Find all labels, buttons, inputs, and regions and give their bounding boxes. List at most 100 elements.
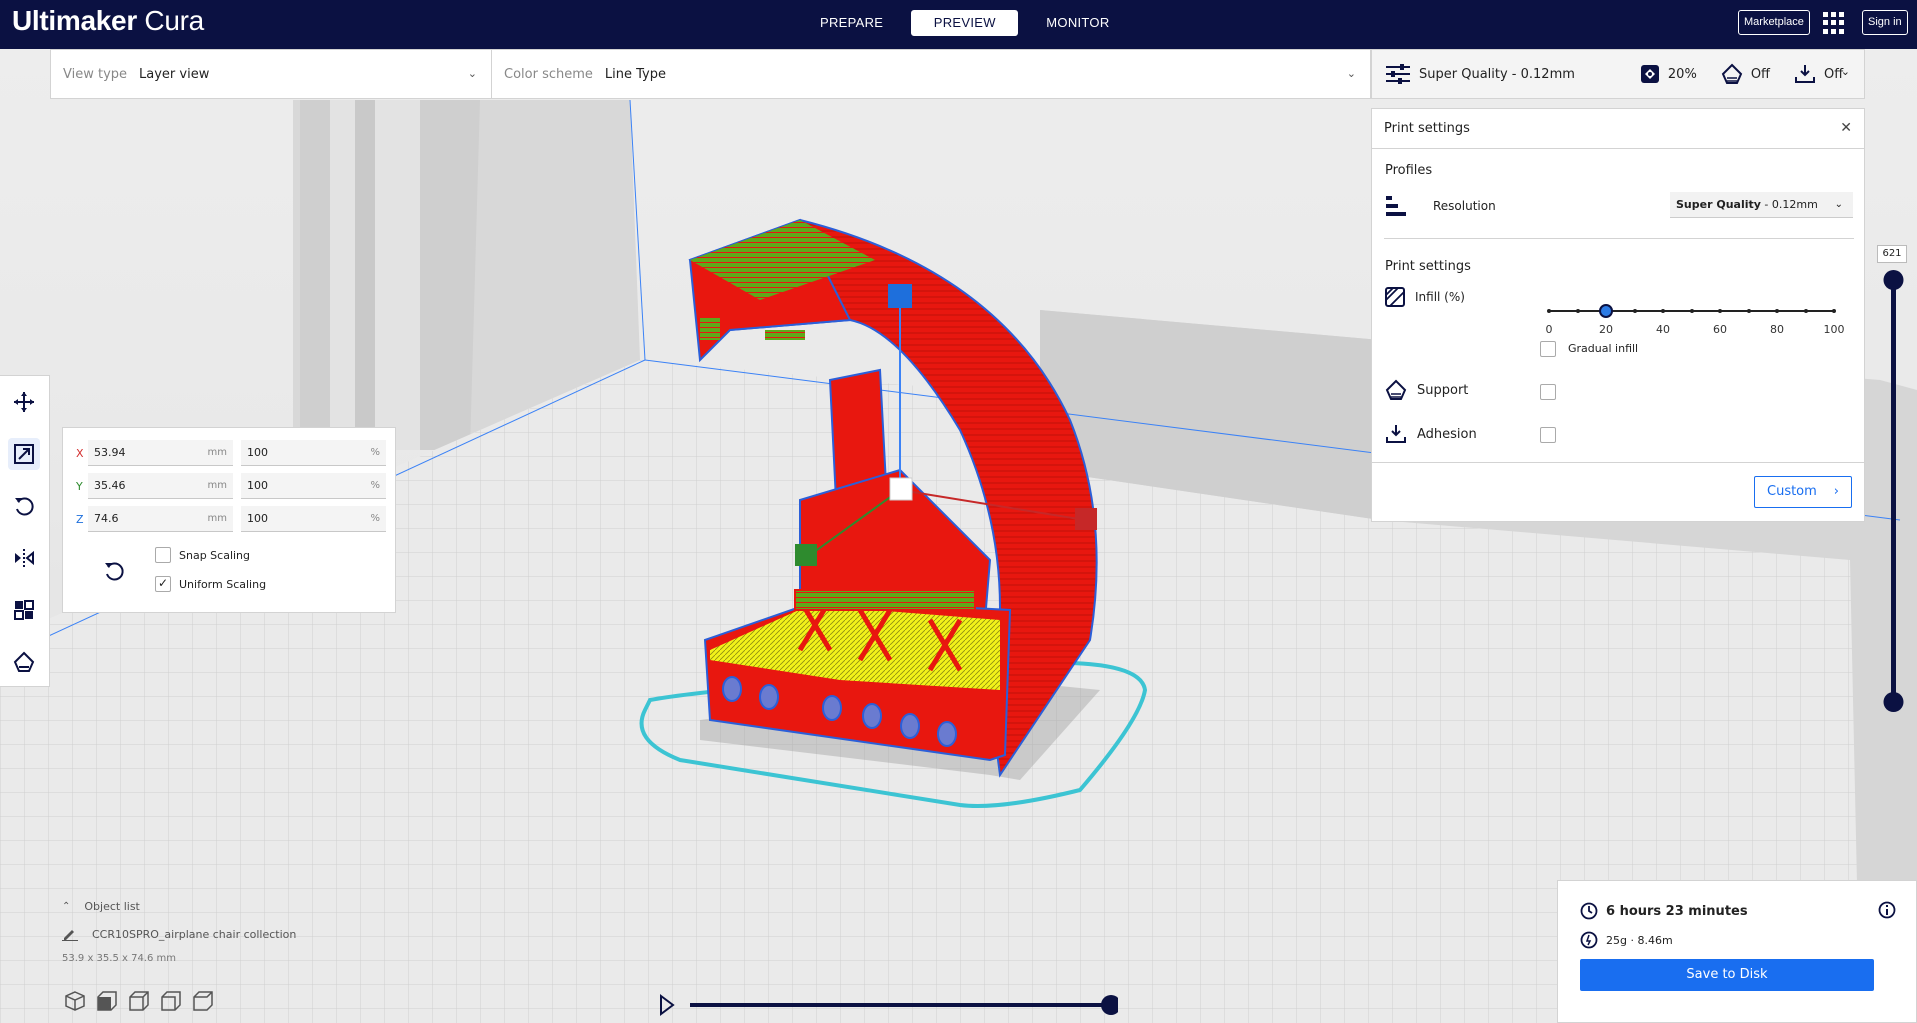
view-type-dropdown[interactable]: View type Layer view ⌄ [51, 50, 492, 98]
path-slider-track [660, 994, 1121, 1016]
profile-summary: Super Quality - 0.12mm [1385, 63, 1575, 85]
clock-icon [1580, 902, 1598, 920]
x-size-field[interactable]: 53.94 mm [88, 440, 233, 466]
applications-grid-icon[interactable] [1823, 12, 1845, 34]
resolution-label: Resolution [1433, 199, 1496, 213]
view-3d-button[interactable] [65, 991, 85, 1011]
adhesion-checkbox[interactable] [1540, 427, 1556, 443]
layer-slider[interactable]: 621 [1873, 245, 1913, 715]
slider-tick [1803, 309, 1808, 313]
mirror-tool-button[interactable] [8, 542, 40, 574]
move-tool-button[interactable] [8, 386, 40, 418]
infill-slider-handle[interactable] [1599, 304, 1613, 318]
view-type-value: Layer view [139, 66, 210, 82]
info-icon [1878, 901, 1896, 919]
tool-bar [0, 375, 50, 687]
custom-settings-button[interactable]: Custom › [1754, 476, 1852, 508]
stage-tabs: PREPARE PREVIEW MONITOR [800, 10, 1138, 36]
tab-monitor[interactable]: MONITOR [1026, 10, 1129, 36]
z-axis-label: Z [76, 513, 84, 526]
close-icon[interactable]: ✕ [1840, 120, 1852, 136]
print-setup-selector[interactable]: Super Quality - 0.12mm 20% Off Off ⌄ [1371, 49, 1865, 99]
support-summary-value: Off [1750, 66, 1771, 82]
cube-right-icon [193, 991, 213, 1011]
print-settings-heading: Print settings [1385, 259, 1471, 274]
scale-tool-button[interactable] [8, 438, 40, 470]
z-percent-field[interactable]: 100% [241, 506, 386, 532]
material-row: 25g · 8.46m [1580, 931, 1673, 949]
app-logo: Ultimaker Cura [12, 5, 204, 36]
view-front-button[interactable] [97, 991, 117, 1011]
view-right-button[interactable] [193, 991, 213, 1011]
infill-tick-label: 80 [1770, 323, 1784, 336]
infill-tick-label: 20 [1599, 323, 1613, 336]
tab-prepare[interactable]: PREPARE [800, 10, 903, 36]
support-checkbox[interactable] [1540, 384, 1556, 400]
view-type-label: View type [63, 66, 128, 82]
snap-scaling-row: Snap Scaling [155, 547, 250, 563]
divider [1384, 238, 1854, 239]
object-list-toggle[interactable]: ⌃ Object list [62, 900, 296, 913]
object-name-row[interactable]: CCR10SPRO_airplane chair collection [62, 927, 296, 941]
object-list-heading: Object list [84, 900, 140, 913]
infill-tick-label: 100 [1823, 323, 1845, 336]
scale-icon [14, 444, 34, 464]
reset-scale-button[interactable] [103, 560, 125, 586]
chevron-down-icon: ⌄ [1346, 67, 1356, 80]
slider-tick [1746, 309, 1751, 313]
play-icon[interactable] [660, 994, 675, 1016]
y-size-field[interactable]: 35.46 mm [88, 473, 233, 499]
support-blocker-button[interactable] [8, 646, 40, 678]
tab-preview[interactable]: PREVIEW [911, 10, 1019, 36]
x-percent-field[interactable]: 100% [241, 440, 386, 466]
info-button[interactable] [1878, 901, 1896, 923]
view-left-button[interactable] [161, 991, 181, 1011]
layer-slider-lower-handle[interactable] [1883, 692, 1904, 712]
support-blocker-icon [13, 651, 35, 672]
infill-row: Infill (%) [1385, 287, 1465, 307]
layer-slider-track [1883, 270, 1904, 712]
per-model-settings-button[interactable] [8, 594, 40, 626]
marketplace-button[interactable]: Marketplace [1738, 10, 1810, 35]
print-settings-header: Print settings ✕ [1372, 109, 1864, 149]
adhesion-icon [1386, 425, 1406, 443]
snap-scaling-checkbox[interactable] [155, 547, 171, 563]
y-percent-field[interactable]: 100% [241, 473, 386, 499]
uniform-scaling-checkbox[interactable]: ✓ [155, 576, 171, 592]
cube-3d-icon [65, 991, 85, 1011]
layer-number-field[interactable]: 621 [1877, 245, 1907, 263]
filament-spool-icon [1580, 931, 1598, 949]
slider-tick [1547, 309, 1551, 313]
rotate-icon [15, 497, 34, 516]
scale-tool-panel: X 53.94 mm 100% Y 35.46 mm 100% Z 74.6 mm 1… [62, 427, 396, 613]
uniform-scaling-label: Uniform Scaling [179, 577, 267, 591]
color-scheme-label: Color scheme [504, 66, 593, 82]
layer-slider-upper-handle[interactable] [1883, 270, 1904, 290]
per-model-settings-icon [14, 600, 34, 620]
z-size-field[interactable]: 74.6 mm [88, 506, 233, 532]
color-scheme-dropdown[interactable]: Color scheme Line Type ⌄ [492, 50, 1370, 98]
slider-tick [1632, 309, 1637, 313]
path-slider[interactable] [658, 990, 1121, 1020]
sign-in-button[interactable]: Sign in [1862, 10, 1908, 35]
infill-slider[interactable]: 0 20 40 60 80 100 [1546, 301, 1845, 336]
view-top-button[interactable] [129, 991, 149, 1011]
chevron-right-icon: › [1833, 484, 1839, 499]
chevron-down-icon: ⌄ [1840, 65, 1850, 78]
color-scheme-value: Line Type [604, 66, 666, 82]
path-slider-handle[interactable] [1101, 995, 1121, 1015]
save-to-disk-button[interactable]: Save to Disk [1580, 959, 1874, 991]
rotate-tool-button[interactable] [8, 490, 40, 522]
print-time: 6 hours 23 minutes [1606, 903, 1748, 919]
slider-tick [1689, 309, 1694, 313]
chevron-up-icon: ⌃ [62, 901, 71, 912]
infill-tick-label: 0 [1545, 323, 1553, 336]
infill-icon [1640, 65, 1659, 83]
profile-summary-label: Super Quality - 0.12mm [1419, 66, 1575, 82]
adhesion-label: Adhesion [1417, 426, 1477, 442]
infill-label: Infill (%) [1415, 290, 1465, 304]
resolution-dropdown[interactable]: Super Quality - 0.12mm ⌄ [1670, 192, 1853, 218]
adhesion-row: Adhesion [1385, 423, 1477, 445]
gradual-infill-checkbox[interactable] [1540, 341, 1556, 357]
object-dimensions: 53.9 x 35.5 x 74.6 mm [62, 953, 177, 964]
